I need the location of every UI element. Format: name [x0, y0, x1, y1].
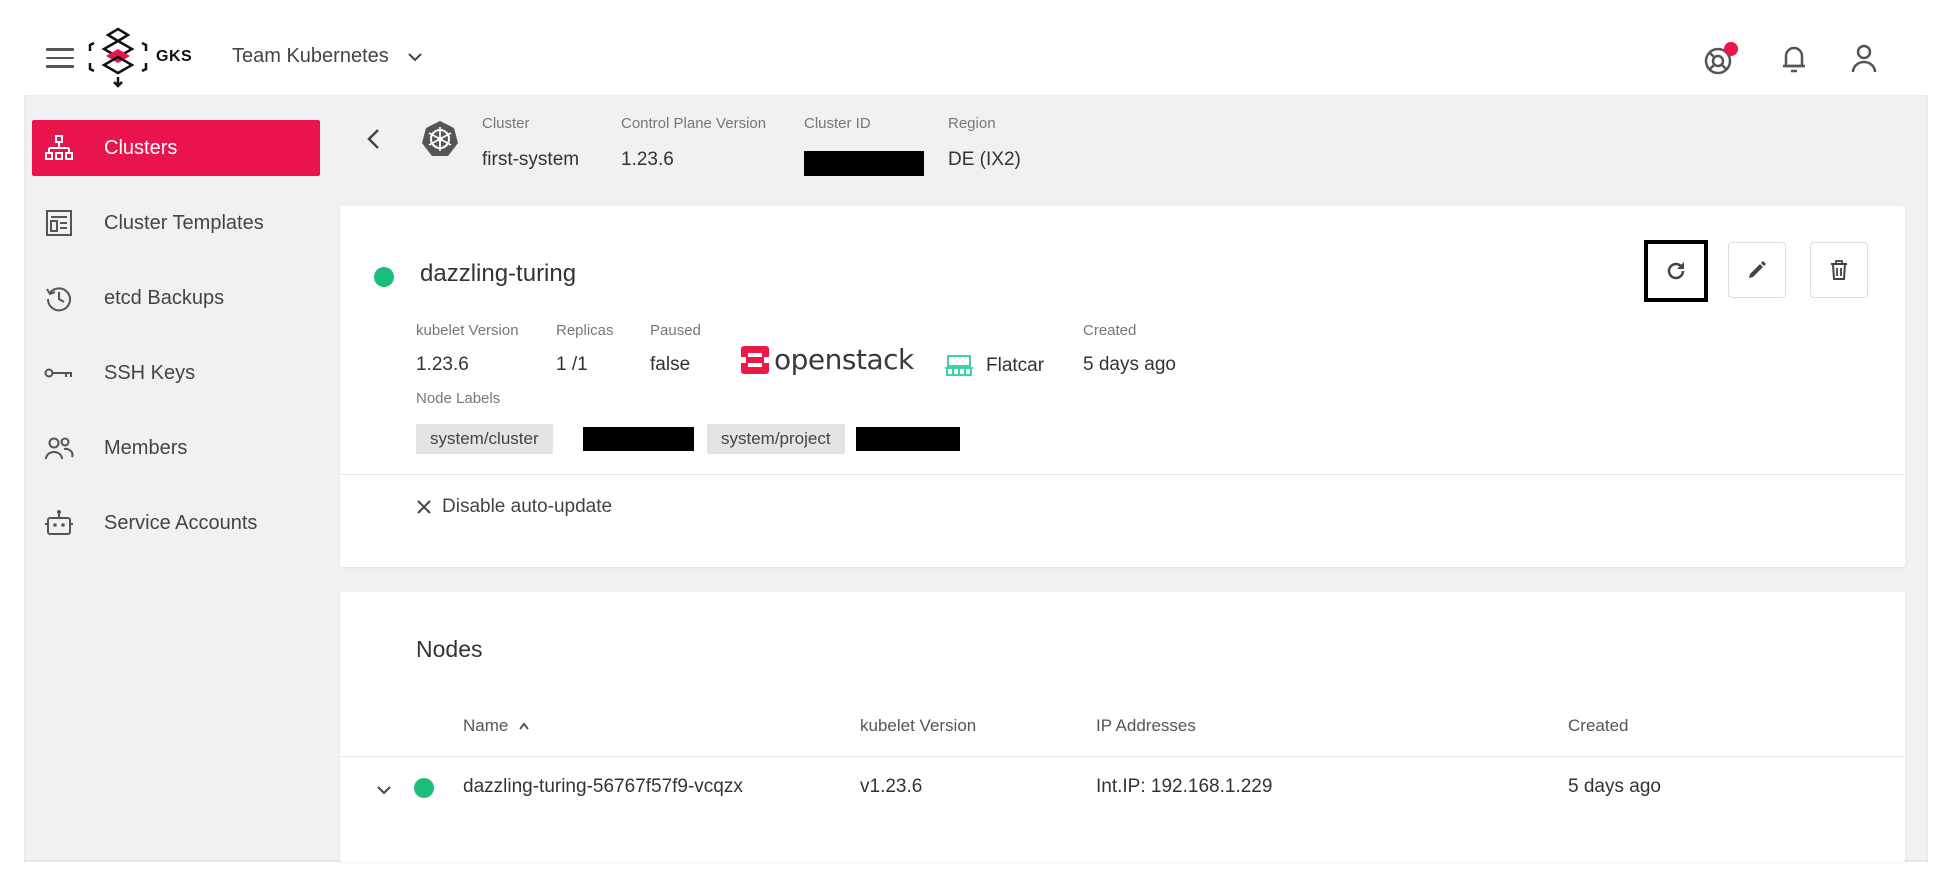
paused-value: false — [650, 354, 691, 375]
members-icon — [44, 433, 74, 463]
sidebar-item-clusters[interactable]: Clusters — [32, 120, 320, 176]
node-label-chip: system/cluster — [416, 424, 553, 454]
sidebar-item-cluster-templates[interactable]: Cluster Templates — [32, 195, 320, 251]
control-plane-version-label: Control Plane Version — [621, 115, 767, 132]
app-shell: Clusters Cluster Templates etcd Backups … — [24, 95, 1928, 862]
cluster-id-label: Cluster ID — [804, 115, 871, 132]
account-button[interactable] — [1846, 40, 1882, 76]
created-value: 5 days ago — [1083, 354, 1176, 375]
column-header-ip: IP Addresses — [1096, 716, 1196, 735]
menu-icon[interactable] — [46, 48, 74, 68]
sidebar-item-service-accounts[interactable]: Service Accounts — [32, 495, 320, 551]
node-label-chip: system/project — [707, 424, 845, 454]
sidebar-item-members[interactable]: Members — [32, 420, 320, 476]
key-icon — [44, 358, 74, 388]
openstack-logo: openstack — [740, 343, 914, 376]
trash-icon — [1831, 260, 1847, 280]
sidebar-item-label: Clusters — [104, 136, 178, 159]
sidebar-item-label: Cluster Templates — [104, 211, 264, 234]
provider-name: openstack — [774, 343, 914, 376]
team-name: Team Kubernetes — [232, 45, 389, 67]
template-icon — [44, 208, 74, 238]
robot-icon — [44, 508, 74, 538]
top-bar: GKS Team Kubernetes — [0, 0, 1943, 95]
gks-logo — [88, 27, 148, 88]
status-indicator — [374, 267, 394, 287]
sidebar-item-label: SSH Keys — [104, 361, 196, 384]
team-selector[interactable]: Team Kubernetes — [232, 45, 423, 68]
sidebar-item-label: etcd Backups — [104, 286, 225, 309]
control-plane-version: 1.23.6 — [621, 149, 674, 170]
table-divider — [340, 756, 1905, 757]
column-header-name[interactable]: Name — [463, 716, 530, 736]
node-created: 5 days ago — [1568, 776, 1661, 797]
restart-button[interactable] — [1644, 240, 1708, 302]
column-header-label: Name — [463, 716, 509, 735]
machine-deployment-card: dazzling-turing kubelet Version 1.23.6 R… — [340, 206, 1905, 567]
cluster-label: Cluster — [482, 115, 530, 132]
nodes-title: Nodes — [416, 636, 483, 662]
sidebar-item-ssh-keys[interactable]: SSH Keys — [32, 345, 320, 401]
cluster-name: first-system — [482, 149, 580, 170]
paused-label: Paused — [650, 322, 701, 339]
column-header-created: Created — [1568, 716, 1629, 735]
close-icon — [416, 499, 432, 515]
sidebar-item-label: Service Accounts — [104, 511, 258, 534]
machine-deployment-name: dazzling-turing — [420, 260, 577, 287]
pencil-icon — [1749, 261, 1766, 278]
bell-icon — [1783, 46, 1805, 73]
disable-auto-update-button[interactable]: Disable auto-update — [416, 496, 612, 518]
os-name: Flatcar — [986, 355, 1045, 376]
kubelet-version-label: kubelet Version — [416, 322, 519, 339]
created-label: Created — [1083, 322, 1137, 339]
expand-chevron-icon[interactable] — [376, 784, 392, 796]
user-icon — [1851, 44, 1877, 73]
logo-text: GKS — [156, 48, 193, 65]
notification-dot — [1724, 42, 1738, 56]
replicas-label: Replicas — [556, 322, 614, 339]
nodes-card: Nodes Name kubelet Version IP Addresses … — [340, 592, 1905, 862]
sort-ascending-icon — [519, 722, 529, 730]
card-divider — [340, 474, 1905, 475]
os-info: Flatcar — [944, 354, 1044, 378]
refresh-icon — [1667, 262, 1685, 280]
node-status-indicator — [414, 778, 434, 798]
node-label-value-redacted — [856, 427, 960, 451]
region-label: Region — [948, 115, 996, 132]
notifications-button[interactable] — [1776, 40, 1812, 76]
node-name: dazzling-turing-56767f57f9-vcqzx — [463, 776, 743, 797]
sidebar-item-label: Members — [104, 436, 188, 459]
cluster-id-redacted — [804, 151, 924, 176]
delete-button[interactable] — [1810, 242, 1868, 298]
disable-auto-update-label: Disable auto-update — [442, 496, 613, 517]
region-value: DE (IX2) — [948, 149, 1021, 170]
sitemap-icon — [44, 133, 74, 163]
edit-button[interactable] — [1728, 242, 1786, 298]
node-ip: Int.IP: 192.168.1.229 — [1096, 776, 1273, 797]
replicas-value: 1 /1 — [556, 354, 588, 375]
flatcar-icon — [945, 355, 973, 376]
openstack-icon — [740, 345, 770, 374]
sidebar-item-etcd-backups[interactable]: etcd Backups — [32, 270, 320, 326]
kubelet-version: 1.23.6 — [416, 354, 469, 375]
help-button[interactable] — [1702, 40, 1738, 76]
node-labels-label: Node Labels — [416, 390, 501, 407]
history-icon — [44, 283, 74, 313]
node-kubelet-version: v1.23.6 — [860, 776, 923, 797]
chevron-down-icon — [408, 53, 423, 62]
node-label-value-redacted — [583, 427, 694, 451]
back-icon[interactable] — [360, 125, 388, 153]
kubernetes-icon — [422, 121, 458, 156]
column-header-kubelet: kubelet Version — [860, 716, 977, 735]
